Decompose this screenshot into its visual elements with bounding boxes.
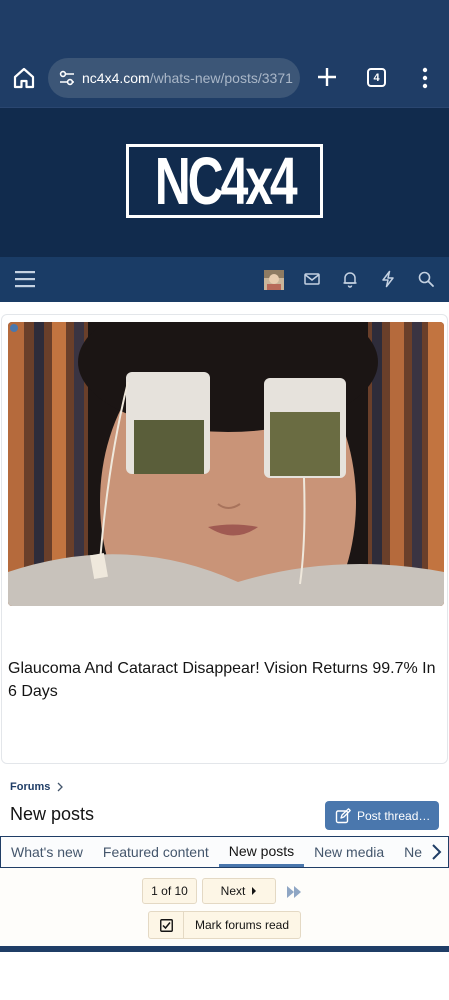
ad-image[interactable] (8, 322, 444, 606)
browser-toolbar: nc4x4.com/whats-new/posts/3371 4 (0, 0, 449, 107)
mark-forums-read-button[interactable]: Mark forums read (148, 911, 301, 939)
content-divider (0, 946, 449, 952)
tab-new-posts[interactable]: New posts (218, 837, 305, 867)
url-domain: nc4x4.com (82, 70, 150, 86)
mail-icon[interactable] (303, 270, 321, 288)
url-path: /whats-new/posts/3371 (149, 70, 293, 86)
page-title: New posts (10, 804, 95, 824)
last-page-icon[interactable] (286, 885, 302, 899)
tab-new-media[interactable]: New media (304, 837, 394, 867)
page-indicator[interactable]: 1 of 10 (142, 878, 197, 904)
site-header: NC4x4 (0, 107, 449, 257)
caret-right-icon (252, 887, 257, 895)
lightning-icon[interactable] (379, 270, 397, 288)
url-text: nc4x4.com/whats-new/posts/3371 (82, 70, 293, 86)
address-bar[interactable]: nc4x4.com/whats-new/posts/3371 (48, 58, 300, 98)
search-icon[interactable] (417, 270, 435, 288)
home-icon[interactable] (12, 66, 36, 90)
next-label: Next (220, 884, 246, 898)
section-tabs: What's new Featured content New posts Ne… (0, 836, 449, 868)
mark-read-checkbox (149, 912, 184, 938)
site-logo[interactable]: NC4x4 (126, 144, 323, 218)
tabs-scroll-right-button[interactable] (424, 837, 448, 867)
ad-card[interactable]: Glaucoma And Cataract Disappear! Vision … (1, 314, 448, 764)
hamburger-menu-icon[interactable] (15, 270, 35, 288)
post-thread-button[interactable]: Post thread… (325, 801, 439, 830)
pager-area: 1 of 10 Next Mark forums read (0, 868, 449, 946)
logo-text: NC4x4 (154, 143, 298, 219)
breadcrumb-forums-link[interactable]: Forums (10, 781, 50, 793)
edit-icon (335, 807, 351, 823)
post-thread-label: Post thread… (357, 808, 431, 823)
more-vert-icon[interactable] (415, 66, 435, 90)
next-page-button[interactable]: Next (202, 878, 276, 904)
ad-caption[interactable]: Glaucoma And Cataract Disappear! Vision … (8, 657, 444, 703)
user-avatar[interactable] (264, 270, 284, 290)
new-tab-icon[interactable] (316, 66, 338, 88)
breadcrumb: Forums (10, 781, 64, 793)
bell-icon[interactable] (341, 270, 359, 288)
chevron-right-icon (432, 844, 442, 860)
tab-whats-new[interactable]: What's new (1, 837, 93, 867)
site-settings-icon[interactable] (58, 69, 76, 87)
chevron-right-icon (57, 782, 64, 792)
mark-read-label: Mark forums read (194, 918, 290, 932)
checkbox-checked-icon (159, 918, 173, 932)
tab-featured-content[interactable]: Featured content (93, 837, 219, 867)
tab-switcher-button[interactable]: 4 (367, 68, 386, 87)
